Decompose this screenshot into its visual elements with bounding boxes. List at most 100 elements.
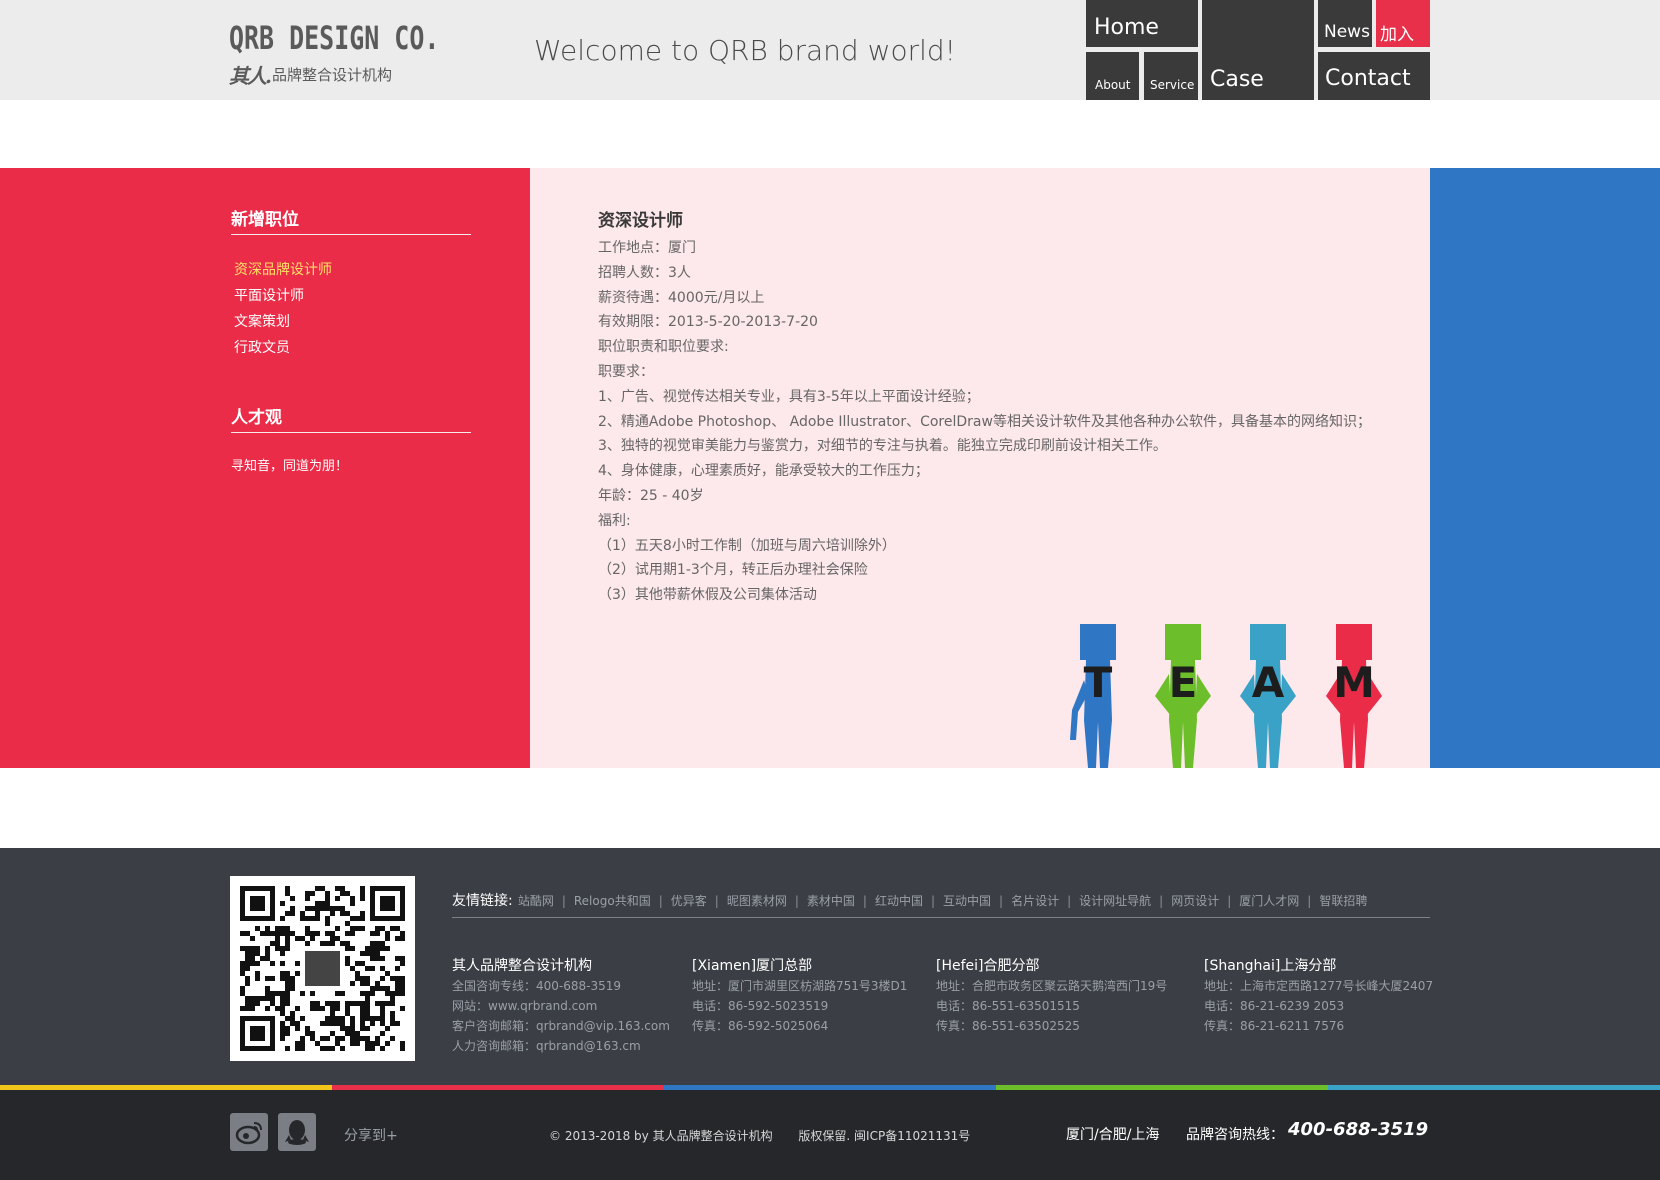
office-line: 传真：86-21-6211 7576 <box>1204 1019 1345 1033</box>
job-line: 1、广告、视觉传达相关专业，具有3-5年以上平面设计经验； <box>598 388 980 405</box>
office-title: [Xiamen]厦门总部 <box>692 958 813 974</box>
link-separator: | <box>1159 894 1164 908</box>
job-line: 年龄：25 - 40岁 <box>598 487 704 504</box>
friend-link[interactable]: 站酷网 <box>518 894 554 908</box>
cities-text: 厦门/合肥/上海 <box>1066 1127 1160 1143</box>
friend-links: 友情链接: 站酷网 | Relogo共和国 | 优异客 | 昵图素材网 | 素材中国 | 红动中国 |… <box>452 890 1367 910</box>
nav-news[interactable]: News <box>1318 0 1372 47</box>
team-figure: T <box>1060 620 1120 768</box>
office-hefei: [Hefei]合肥分部 地址：合肥市政务区聚云路天鹅湾西门19号 电话：86-5… <box>936 956 1167 1036</box>
job-line: 薪资待遇：4000元/月以上 <box>598 289 765 306</box>
link-separator: | <box>658 894 663 908</box>
copyright-text: © 2013-2018 by 其人品牌整合设计机构 <box>549 1129 773 1143</box>
qr-code <box>230 876 415 1061</box>
team-letter: E <box>1168 658 1198 707</box>
job-line: 职位职责和职位要求: <box>598 339 729 356</box>
office-line: 电话：86-592-5023519 <box>692 999 829 1013</box>
logo-brush-mark: 其人. <box>229 64 272 88</box>
friend-link[interactable]: 昵图素材网 <box>727 894 787 908</box>
office-line: 传真：86-551-63502525 <box>936 1019 1080 1033</box>
friend-link[interactable]: 素材中国 <box>807 894 855 908</box>
nav-contact[interactable]: Contact <box>1318 52 1430 100</box>
link-separator: | <box>561 894 566 908</box>
weibo-icon[interactable] <box>230 1113 268 1151</box>
link-separator: | <box>714 894 719 908</box>
friend-links-label: 友情链接: <box>452 893 513 909</box>
link-separator: | <box>930 894 935 908</box>
job-line: 有效期限：2013-5-20-2013-7-20 <box>598 314 818 331</box>
office-line: 电话：86-21-6239 2053 <box>1204 999 1345 1013</box>
team-letter: M <box>1333 658 1375 707</box>
office-line[interactable]: 网站：www.qrbrand.com <box>452 996 670 1016</box>
friend-link[interactable]: 优异客 <box>671 894 707 908</box>
office-line[interactable]: 人力咨询邮箱：qrbrand@163.cm <box>452 1036 670 1056</box>
nav-about[interactable]: About <box>1086 52 1139 100</box>
job-title: 资深设计师 <box>598 211 683 231</box>
figure-head <box>1080 624 1116 660</box>
job-line: （1）五天8小时工作制（加班与周六培训除外） <box>598 537 896 554</box>
office-line: 传真：86-592-5025064 <box>692 1019 829 1033</box>
hotline-label: 品牌咨询热线： <box>1186 1127 1284 1143</box>
team-letter: T <box>1083 658 1113 707</box>
office-line: 电话：86-551-63501515 <box>936 999 1080 1013</box>
friend-link[interactable]: 名片设计 <box>1011 894 1059 908</box>
nav-service[interactable]: Service <box>1144 52 1198 100</box>
logo-subline: 其人. 品牌整合设计机构 <box>229 60 449 89</box>
team-figure: A <box>1230 620 1296 768</box>
office-line: 地址：合肥市政务区聚云路天鹅湾西门19号 <box>936 979 1168 993</box>
office-title: [Shanghai]上海分部 <box>1204 958 1337 974</box>
position-item[interactable]: 平面设计师 <box>234 283 332 309</box>
divider <box>452 917 1430 918</box>
office-line[interactable]: 客户咨询邮箱：qrbrand@vip.163.com <box>452 1016 670 1036</box>
site-header: QRB DESIGN CO. 其人. 品牌整合设计机构 Welcome to Q… <box>0 0 1660 100</box>
copyright: © 2013-2018 by 其人品牌整合设计机构 版权保留. 闽ICP备110… <box>549 1127 970 1144</box>
friend-link[interactable]: 互动中国 <box>943 894 991 908</box>
talent-view-text: 寻知音，同道为朋！ <box>231 459 349 474</box>
divider <box>231 432 471 433</box>
position-item[interactable]: 资深品牌设计师 <box>234 257 332 283</box>
friend-link[interactable]: 设计网址导航 <box>1079 894 1151 908</box>
friend-link[interactable]: 网页设计 <box>1171 894 1219 908</box>
job-line: 招聘人数：3人 <box>598 264 691 281</box>
position-item[interactable]: 行政文员 <box>234 335 332 361</box>
link-separator: | <box>1067 894 1072 908</box>
section-title-new-positions: 新增职位 <box>231 210 299 230</box>
job-line: 3、独特的视觉审美能力与鉴赏力，对细节的专注与执着。能独立完成印刷前设计相关工作… <box>598 438 1167 455</box>
figure-head <box>1336 624 1372 660</box>
qq-icon[interactable] <box>278 1113 316 1151</box>
job-line: 福利: <box>598 512 631 529</box>
friend-link[interactable]: 厦门人才网 <box>1239 894 1299 908</box>
position-item[interactable]: 文案策划 <box>234 309 332 335</box>
nav-case[interactable]: Case <box>1202 0 1314 100</box>
link-separator: | <box>794 894 799 908</box>
job-line: 4、身体健康，心理素质好，能承受较大的工作压力； <box>598 463 929 480</box>
nav-join[interactable]: 加入 <box>1376 0 1430 47</box>
divider <box>231 234 471 235</box>
logo-tagline: 品牌整合设计机构 <box>271 66 392 84</box>
office-xiamen: [Xiamen]厦门总部 地址：厦门市湖里区枋湖路751号3楼D1 电话：86-… <box>692 956 907 1036</box>
nav-home[interactable]: Home <box>1086 0 1198 47</box>
figure-head <box>1250 624 1286 660</box>
office-line: 地址：上海市定西路1277号长峰大厦2407 <box>1204 979 1434 993</box>
logo-wordmark: QRB DESIGN CO. <box>229 19 440 57</box>
link-separator: | <box>1307 894 1312 908</box>
share-button[interactable]: 分享到+ <box>344 1125 398 1145</box>
link-separator: | <box>999 894 1004 908</box>
office-line: 地址：厦门市湖里区枋湖路751号3楼D1 <box>692 979 908 993</box>
office-company: 其人品牌整合设计机构 全国咨询专线：400-688-3519 网站：www.qr… <box>452 956 670 1056</box>
friend-link[interactable]: Relogo共和国 <box>574 894 651 908</box>
site-logo[interactable]: QRB DESIGN CO. 其人. 品牌整合设计机构 <box>229 19 449 88</box>
job-line: 2、精通Adobe Photoshop、 Adobe Illustrator、C… <box>598 413 1371 430</box>
friend-link[interactable]: 智联招聘 <box>1319 894 1367 908</box>
icp-text: 版权保留. 闽ICP备11021131号 <box>798 1129 971 1143</box>
section-title-talent-view: 人才观 <box>231 408 282 428</box>
position-list: 资深品牌设计师 平面设计师 文案策划 行政文员 <box>234 257 332 361</box>
office-line: 全国咨询专线：400-688-3519 <box>452 979 622 993</box>
friend-link[interactable]: 红动中国 <box>875 894 923 908</box>
team-letter: A <box>1251 658 1285 707</box>
office-title: 其人品牌整合设计机构 <box>452 958 592 974</box>
qr-code-icon <box>240 886 405 1051</box>
job-description: 工作地点：厦门 招聘人数：3人 薪资待遇：4000元/月以上 有效期限：2013… <box>598 236 1371 608</box>
link-separator: | <box>862 894 867 908</box>
job-line: 工作地点：厦门 <box>598 240 696 256</box>
